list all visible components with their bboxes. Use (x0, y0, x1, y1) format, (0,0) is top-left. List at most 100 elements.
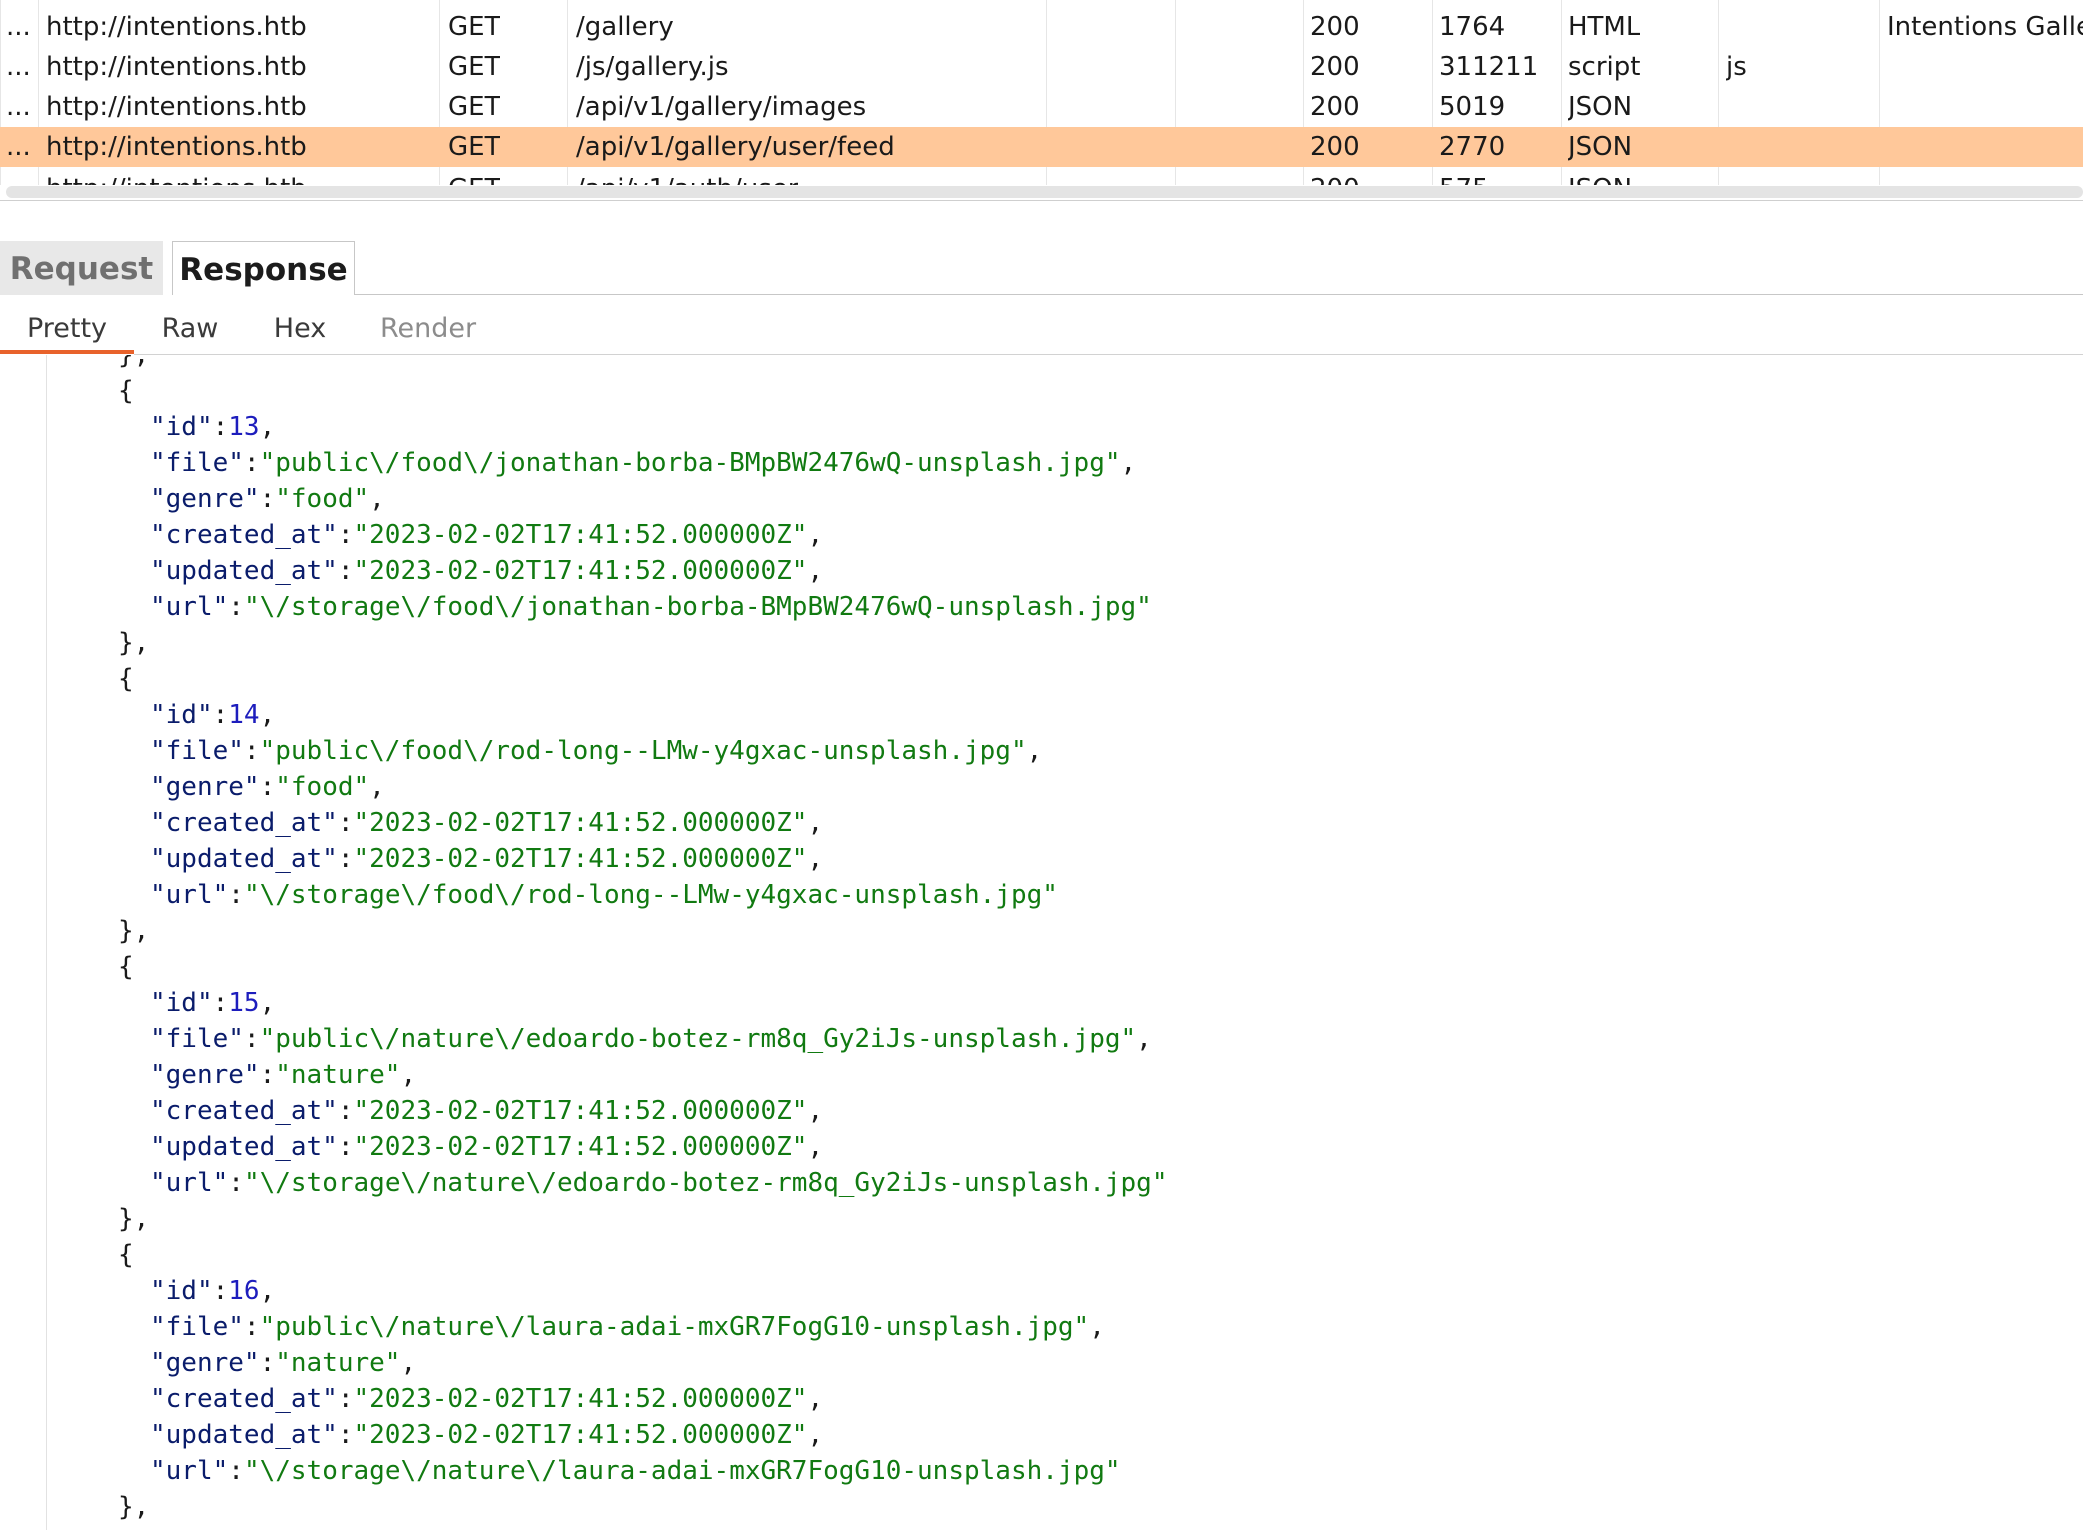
active-tab-indicator (0, 350, 134, 354)
code-line: { (0, 661, 2083, 697)
history-row[interactable]: ... http://intentions.htb GET/js/gallery.j… (0, 47, 2083, 87)
json-key: "id" (150, 988, 213, 1018)
row-menu-icon[interactable]: ... (6, 7, 31, 47)
json-value: "2023-02-02T17:41:52.000000Z" (353, 1096, 808, 1126)
cell-method: GET (448, 169, 500, 185)
json-comma: , (259, 700, 276, 730)
row-menu-icon[interactable]: ... (6, 47, 31, 87)
json-value: "nature" (275, 1348, 401, 1378)
json-comma: , (807, 1096, 824, 1126)
response-body-editor[interactable]: },{"id":13, "file":"public\/food\/jonatha… (0, 355, 2083, 1530)
tab-render[interactable]: Render (370, 305, 486, 355)
tab-raw[interactable]: Raw (150, 305, 230, 355)
json-key: "genre" (150, 772, 260, 802)
json-value: 14 (228, 700, 260, 730)
code-line: "id":15, (0, 985, 2083, 1021)
json-key: "created_at" (150, 1096, 338, 1126)
cell-length: 1764 (1439, 12, 1506, 42)
cell-title: Intentions Galle (1887, 12, 2083, 42)
code-line: "created_at":"2023-02-02T17:41:52.000000… (0, 1093, 2083, 1129)
cell-path: /api/v1/gallery/user/feed (576, 132, 895, 162)
tab-response[interactable]: Response (172, 241, 355, 295)
json-value: "public\/food\/rod-long--LMw-y4gxac-unsp… (259, 736, 1027, 766)
cell-status: 200 (1310, 169, 1360, 185)
cell-status: 200 (1310, 132, 1360, 162)
json-colon: : (228, 592, 244, 622)
json-colon: : (228, 880, 244, 910)
cell-mime: JSON (1568, 92, 1633, 122)
code-line: }, (0, 1489, 2083, 1525)
json-key: "created_at" (150, 808, 338, 838)
json-value: "food" (275, 772, 370, 802)
code-line: "url":"\/storage\/food\/rod-long--LMw-y4… (0, 877, 2083, 913)
code-line: "file":"public\/nature\/laura-adai-mxGR7… (0, 1309, 2083, 1345)
row-menu-icon[interactable]: ... (6, 127, 31, 167)
json-colon: : (243, 736, 260, 766)
cell-mime: script (1568, 52, 1641, 82)
json-key: "genre" (150, 484, 260, 514)
history-row[interactable]: ... http://intentions.htb GET/api/v1/galle… (0, 87, 2083, 127)
cell-path: /gallery (576, 12, 674, 42)
cell-mime: JSON (1568, 132, 1633, 162)
json-comma: , (1026, 736, 1043, 766)
json-value: "public\/nature\/edoardo-botez-rm8q_Gy2i… (259, 1024, 1137, 1054)
tab-request[interactable]: Request (0, 241, 163, 295)
cell-host: http://intentions.htb (46, 12, 307, 42)
cell-mime: JSON (1568, 169, 1632, 185)
json-colon: : (212, 1276, 229, 1306)
json-colon: : (337, 808, 354, 838)
json-comma: , (400, 1060, 417, 1090)
json-key: "genre" (150, 1348, 260, 1378)
history-row[interactable]: ... http://intentions.htb GET/api/v1/auth/… (0, 169, 2083, 185)
pane-divider[interactable] (0, 200, 2083, 201)
json-key: "url" (150, 1168, 229, 1198)
json-value: "public\/food\/jonathan-borba-BMpBW2476w… (259, 448, 1121, 478)
json-comma: , (369, 772, 385, 802)
horizontal-scrollbar[interactable] (6, 186, 2083, 198)
json-value: "\/storage\/nature\/edoardo-botez-rm8q_G… (243, 1168, 1168, 1198)
row-menu-icon[interactable]: ... (6, 87, 31, 127)
code-line: }, (0, 625, 2083, 661)
json-comma: , (400, 1348, 417, 1378)
cell-path: /api/v1/gallery/images (576, 92, 867, 122)
json-colon: : (259, 1348, 276, 1378)
view-tabs: Pretty Raw Hex Render (0, 305, 2083, 355)
tab-hex[interactable]: Hex (262, 305, 338, 355)
json-brace: { (118, 952, 134, 982)
cell-length: 5019 (1439, 92, 1506, 122)
row-menu-icon[interactable]: ... (6, 169, 31, 185)
code-line: { (0, 949, 2083, 985)
json-key: "updated_at" (150, 844, 338, 874)
code-line: }, (0, 913, 2083, 949)
history-row[interactable]: ... http://intentions.htb GET/gallery 200 17… (0, 7, 2083, 47)
json-brace: }, (118, 628, 150, 658)
tab-pretty[interactable]: Pretty (0, 305, 134, 355)
json-key: "url" (150, 592, 229, 622)
cell-length: 2770 (1439, 132, 1506, 162)
json-comma: , (807, 556, 824, 586)
json-key: "created_at" (150, 520, 338, 550)
json-comma: , (807, 1420, 824, 1450)
history-row[interactable]: ... http://intentions.htb GET/api/v1/galle… (0, 127, 2083, 167)
json-brace: { (118, 376, 134, 406)
json-colon: : (259, 484, 276, 514)
cell-extension: js (1726, 52, 1747, 82)
json-key: "updated_at" (150, 1420, 338, 1450)
code-line: "file":"public\/food\/jonathan-borba-BMp… (0, 445, 2083, 481)
json-colon: : (337, 1096, 354, 1126)
code-line: "file":"public\/food\/rod-long--LMw-y4gx… (0, 733, 2083, 769)
cell-status: 200 (1310, 52, 1360, 82)
json-comma: , (369, 484, 385, 514)
json-comma: , (807, 520, 824, 550)
json-value: "2023-02-02T17:41:52.000000Z" (353, 1420, 808, 1450)
json-brace: }, (118, 1204, 150, 1234)
json-colon: : (243, 448, 260, 478)
json-key: "file" (150, 736, 244, 766)
json-brace: }, (118, 916, 150, 946)
json-value: "2023-02-02T17:41:52.000000Z" (353, 844, 808, 874)
json-key: "file" (150, 448, 244, 478)
json-colon: : (337, 1420, 354, 1450)
json-colon: : (259, 1060, 276, 1090)
json-key: "id" (150, 700, 213, 730)
json-comma: , (807, 1384, 824, 1414)
